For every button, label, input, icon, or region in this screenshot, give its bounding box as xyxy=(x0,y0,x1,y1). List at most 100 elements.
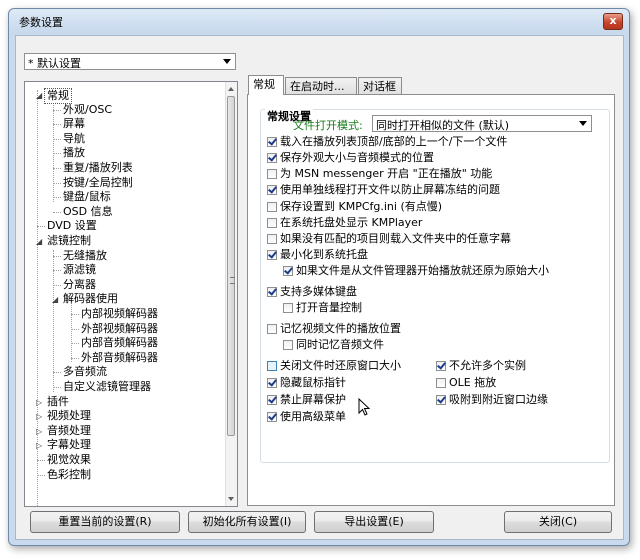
checkbox-checked-icon[interactable] xyxy=(267,185,277,195)
checkbox-checked-icon[interactable] xyxy=(267,378,277,388)
scroll-down-icon[interactable] xyxy=(228,497,234,501)
tree-guide xyxy=(37,474,45,476)
tree-item[interactable]: OSD 信息 xyxy=(63,205,113,219)
tree-item[interactable]: 视觉效果 xyxy=(47,453,91,467)
tree-item[interactable]: 视频处理 xyxy=(47,409,91,423)
checkbox-unchecked-icon[interactable] xyxy=(283,340,293,350)
checkbox-unchecked-icon[interactable] xyxy=(267,202,277,212)
option-label: 吸附到附近窗口边缘 xyxy=(449,393,548,406)
scroll-thumb[interactable] xyxy=(227,96,235,436)
option-checkbox[interactable]: 打开音量控制 xyxy=(283,301,362,315)
tree-item[interactable]: 重复/播放列表 xyxy=(63,161,133,175)
expand-icon[interactable]: ▷ xyxy=(36,398,42,407)
settings-tree[interactable]: 常规 ◢ 外观/OSC 屏幕 导航 播放 重复/播放列表 按键/全局控制 键盘/鼠标 OSD 信息… xyxy=(24,81,238,507)
option-checkbox[interactable]: 吸附到附近窗口边缘 xyxy=(436,393,548,407)
option-checkbox[interactable]: 不允许多个实例 xyxy=(436,359,526,373)
tree-item[interactable]: 色彩控制 xyxy=(47,468,91,482)
checkbox-unchecked-icon[interactable] xyxy=(436,378,446,388)
checkbox-checked-icon[interactable] xyxy=(436,361,446,371)
tree-guide xyxy=(71,328,79,330)
tree-item[interactable]: 音频处理 xyxy=(47,424,91,438)
tree-item[interactable]: 常规 xyxy=(44,88,72,104)
tree-item[interactable]: 内部视频解码器 xyxy=(81,307,158,321)
preset-select[interactable]: * 默认设置 xyxy=(24,53,236,70)
expand-icon[interactable]: ▷ xyxy=(36,427,42,436)
scroll-up-icon[interactable] xyxy=(228,87,234,91)
option-checkbox[interactable]: 使用高级菜单 xyxy=(267,410,346,424)
expand-icon[interactable]: ▷ xyxy=(36,441,42,450)
option-checkbox[interactable]: 同时记忆音频文件 xyxy=(283,338,384,352)
tree-item[interactable]: 无缝播放 xyxy=(63,249,107,263)
option-checkbox[interactable]: OLE 拖放 xyxy=(436,376,496,390)
tree-item[interactable]: 插件 xyxy=(47,395,69,409)
expand-icon[interactable]: ▷ xyxy=(36,412,42,421)
close-button[interactable]: 关闭(C) xyxy=(504,511,612,533)
checkbox-checked-icon[interactable] xyxy=(267,287,277,297)
collapse-icon[interactable]: ◢ xyxy=(52,295,58,304)
init-all-button[interactable]: 初始化所有设置(I) xyxy=(188,511,306,533)
tree-item[interactable]: 按键/全局控制 xyxy=(63,176,133,190)
checkbox-checked-icon[interactable] xyxy=(267,412,277,422)
tree-item[interactable]: 分离器 xyxy=(63,278,96,292)
checkbox-unchecked-icon[interactable] xyxy=(267,218,277,228)
checkbox-checked-icon[interactable] xyxy=(436,395,446,405)
option-checkbox[interactable]: 支持多媒体键盘 xyxy=(267,285,357,299)
option-checkbox[interactable]: 为 MSN messenger 开启 "正在播放" 功能 xyxy=(267,167,492,181)
reset-current-button[interactable]: 重置当前的设置(R) xyxy=(30,511,180,533)
checkbox-unchecked-icon[interactable] xyxy=(267,234,277,244)
checkbox-unchecked-icon[interactable] xyxy=(267,361,277,371)
tab-dialogs[interactable]: 对话框 xyxy=(358,77,402,94)
tree-guide xyxy=(53,255,61,257)
checkbox-checked-icon[interactable] xyxy=(267,250,277,260)
chevron-down-icon xyxy=(579,121,587,126)
tree-item[interactable]: 键盘/鼠标 xyxy=(63,190,111,204)
tree-item[interactable]: 屏幕 xyxy=(63,117,85,131)
close-icon[interactable]: x xyxy=(603,13,623,30)
option-checkbox[interactable]: 保存外观大小与音频模式的位置 xyxy=(267,151,434,165)
checkbox-checked-icon[interactable] xyxy=(267,153,277,163)
option-label: 使用高级菜单 xyxy=(280,410,346,423)
collapse-icon[interactable]: ◢ xyxy=(36,237,42,246)
tree-item[interactable]: 外部音频解码器 xyxy=(81,351,158,365)
option-checkbox[interactable]: 关闭文件时还原窗口大小 xyxy=(267,359,401,373)
option-checkbox[interactable]: 禁止屏幕保护 xyxy=(267,393,346,407)
tree-item[interactable]: 自定义滤镜管理器 xyxy=(63,380,151,394)
option-checkbox[interactable]: 载入在播放列表顶部/底部的上一个/下一个文件 xyxy=(267,135,507,149)
option-checkbox[interactable]: 使用单独线程打开文件以防止屏幕冻结的问题 xyxy=(267,183,500,197)
tab-general[interactable]: 常规 xyxy=(248,75,284,95)
tree-item[interactable]: 导航 xyxy=(63,132,85,146)
export-button[interactable]: 导出设置(E) xyxy=(314,511,434,533)
option-label: 使用单独线程打开文件以防止屏幕冻结的问题 xyxy=(280,183,500,196)
tree-item[interactable]: 字幕处理 xyxy=(47,438,91,452)
checkbox-unchecked-icon[interactable] xyxy=(267,324,277,334)
checkbox-checked-icon[interactable] xyxy=(267,395,277,405)
option-checkbox[interactable]: 保存设置到 KMPCfg.ini (有点慢) xyxy=(267,200,442,214)
checkbox-checked-icon[interactable] xyxy=(267,137,277,147)
tree-item[interactable]: 源滤镜 xyxy=(63,263,96,277)
title-bar[interactable]: 参数设置 x xyxy=(9,9,629,33)
tree-item[interactable]: 内部音频解码器 xyxy=(81,336,158,350)
option-checkbox[interactable]: 最小化到系统托盘 xyxy=(267,248,368,262)
option-label: 不允许多个实例 xyxy=(449,359,526,372)
tree-scrollbar[interactable] xyxy=(225,82,237,506)
checkbox-unchecked-icon[interactable] xyxy=(283,303,293,313)
checkbox-checked-icon[interactable] xyxy=(283,266,293,276)
checkbox-unchecked-icon[interactable] xyxy=(267,169,277,179)
option-checkbox[interactable]: 如果没有匹配的项目则载入文件夹中的任意字幕 xyxy=(267,232,511,246)
open-mode-select[interactable]: 同时打开相似的文件 (默认) xyxy=(372,115,592,132)
tree-item[interactable]: 滤镜控制 xyxy=(47,234,91,248)
option-checkbox[interactable]: 隐藏鼠标指针 xyxy=(267,376,346,390)
tree-item[interactable]: 外观/OSC xyxy=(63,103,112,117)
option-checkbox[interactable]: 记忆视频文件的播放位置 xyxy=(267,322,401,336)
tree-item[interactable]: 多音频流 xyxy=(63,365,107,379)
collapse-icon[interactable]: ◢ xyxy=(36,91,42,100)
tree-item[interactable]: 解码器使用 xyxy=(63,292,118,306)
tree-item[interactable]: DVD 设置 xyxy=(47,219,97,233)
option-label: 如果没有匹配的项目则载入文件夹中的任意字幕 xyxy=(280,232,511,245)
option-checkbox[interactable]: 如果文件是从文件管理器开始播放就还原为原始大小 xyxy=(283,264,549,278)
option-checkbox[interactable]: 在系统托盘处显示 KMPlayer xyxy=(267,216,422,230)
tree-item[interactable]: 外部视频解码器 xyxy=(81,322,158,336)
tab-on-startup[interactable]: 在启动时... xyxy=(285,77,357,94)
open-mode-value: 同时打开相似的文件 (默认) xyxy=(376,119,510,132)
tree-item[interactable]: 播放 xyxy=(63,146,85,160)
